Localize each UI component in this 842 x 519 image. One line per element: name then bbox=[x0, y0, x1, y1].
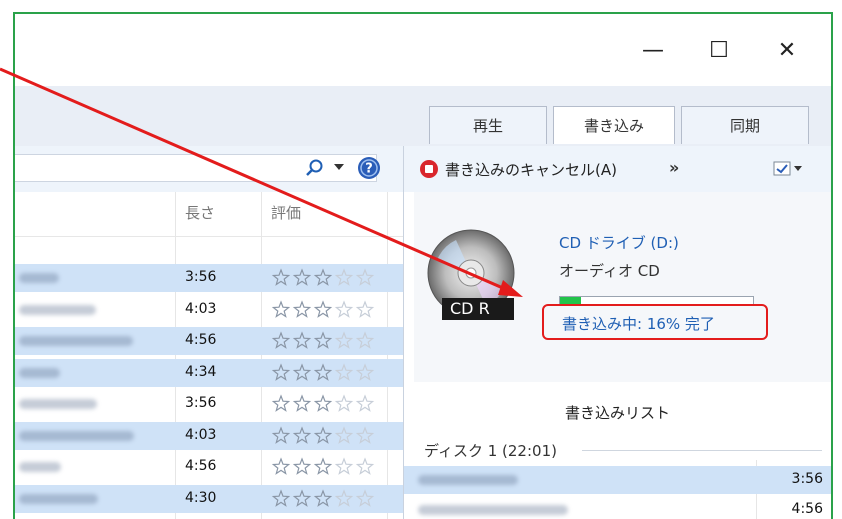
annotation-arrow bbox=[0, 67, 523, 297]
